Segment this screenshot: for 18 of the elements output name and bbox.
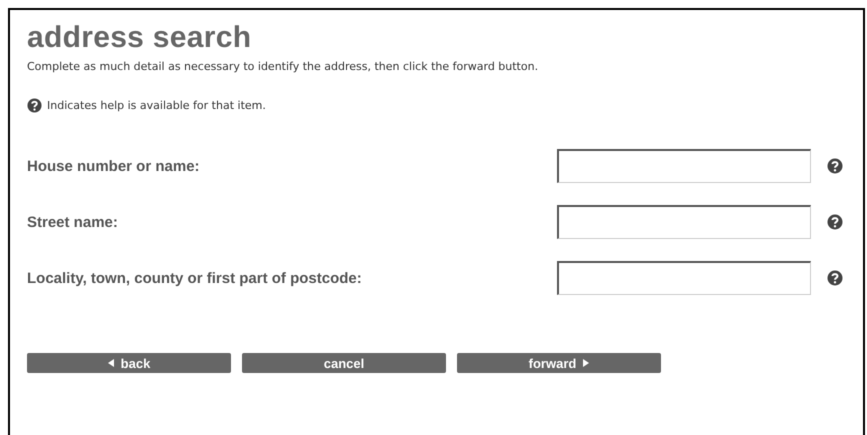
nav-button[interactable]: cancel	[242, 353, 446, 373]
nav-button[interactable]: back	[27, 353, 231, 373]
help-icon[interactable]	[827, 158, 843, 174]
field-label: Locality, town, county or first part of postcode:	[27, 270, 363, 286]
input-field[interactable]	[557, 205, 811, 239]
help-icon[interactable]	[827, 214, 843, 230]
help-icon[interactable]	[827, 270, 843, 286]
right-arrow-icon	[583, 359, 590, 367]
page-title: address search	[27, 22, 252, 54]
input-field[interactable]	[557, 261, 811, 295]
help-icon[interactable]	[27, 98, 42, 113]
field-label: House number or name:	[27, 158, 201, 174]
intro-text: Complete as much detail as necessary to identify the address, then click the forward button.	[27, 60, 540, 74]
help-note: Indicates help is available for that item.	[47, 99, 266, 112]
field-label: Street name:	[27, 214, 119, 230]
nav-button[interactable]: forward	[457, 353, 661, 373]
left-arrow-icon	[108, 359, 114, 367]
input-field[interactable]	[557, 149, 811, 183]
